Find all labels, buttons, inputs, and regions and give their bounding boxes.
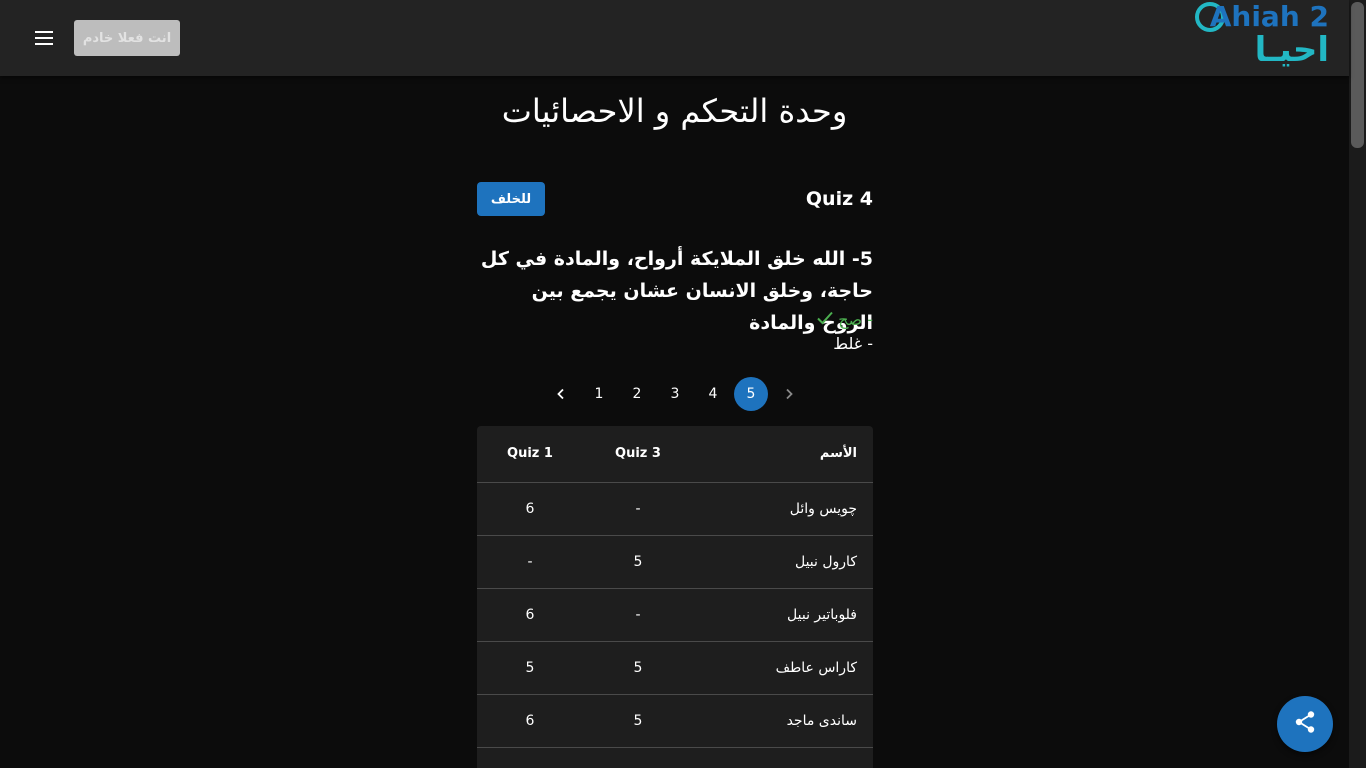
share-icon [1294,710,1316,738]
pagination-page-1[interactable]: 1 [582,377,616,411]
scrollbar-thumb[interactable] [1351,2,1364,148]
cell-name: چويس وائل [693,482,873,536]
logo-arabic-text: احيـا [1254,30,1329,70]
cell-quiz-3 [583,747,693,768]
cell-quiz-1: - [477,535,583,589]
pagination-page-3[interactable]: 3 [658,377,692,411]
answer-option-correct[interactable]: - صح [477,308,873,332]
check-icon [816,309,834,332]
cell-name [693,747,873,768]
chevron-left-icon [555,388,567,400]
cell-quiz-3: 5 [583,694,693,748]
status-button[interactable]: انت فعلا خادم [74,20,180,56]
cell-name: ساندى ماجد [693,694,873,748]
logo[interactable]: Ahiah 2 احيـا [1189,0,1329,72]
page-title: وحدة التحكم و الاحصائيات [501,92,848,130]
answer-label: - غلط [833,334,873,353]
table-row: چويس وائل - 6 [477,482,873,536]
answer-option-wrong[interactable]: - غلط [477,332,873,355]
cell-quiz-3: - [583,482,693,536]
pagination-page-4[interactable]: 4 [696,377,730,411]
pagination-page-5[interactable]: 5 [734,377,768,411]
cell-quiz-3: - [583,588,693,642]
cell-quiz-3: 5 [583,641,693,695]
header-quiz-3[interactable]: Quiz 3 [583,426,693,483]
quiz-header: Quiz 4 للخلف [477,180,873,220]
pagination-next[interactable] [544,377,578,411]
share-button[interactable] [1277,696,1333,752]
pagination-page-2[interactable]: 2 [620,377,654,411]
answer-list: - صح - غلط [477,308,873,355]
cell-name: كاراس عاطف [693,641,873,695]
table-header-row: الأسم Quiz 3 Quiz 1 [477,426,873,483]
table-row [477,747,873,768]
cell-quiz-3: 5 [583,535,693,589]
table-row: كاراس عاطف 5 5 [477,641,873,695]
cell-quiz-1: 6 [477,482,583,536]
pagination-prev[interactable] [772,377,806,411]
cell-quiz-1: 6 [477,694,583,748]
header-name[interactable]: الأسم [693,426,873,483]
logo-latin-text: Ahiah 2 [1209,0,1329,33]
table-row: ساندى ماجد 5 6 [477,694,873,748]
top-app-bar: انت فعلا خادم Ahiah 2 احيـا [0,0,1349,76]
scores-table: الأسم Quiz 3 Quiz 1 چويس وائل - 6 كارول … [477,426,873,768]
cell-quiz-1: 6 [477,588,583,642]
quiz-panel: Quiz 4 للخلف 5- الله خلق الملايكة أرواح،… [477,180,873,768]
cell-quiz-1: 5 [477,641,583,695]
answer-label: - صح [838,310,873,329]
page-scrollbar[interactable] [1349,0,1366,768]
chevron-right-icon [783,388,795,400]
scores-table-card: الأسم Quiz 3 Quiz 1 چويس وائل - 6 كارول … [477,426,873,768]
cell-name: كارول نبيل [693,535,873,589]
table-row: كارول نبيل 5 - [477,535,873,589]
page: انت فعلا خادم Ahiah 2 احيـا وحدة التحكم … [0,0,1366,768]
menu-icon[interactable] [29,24,59,52]
header-quiz-1[interactable]: Quiz 1 [477,426,583,483]
cell-quiz-1 [477,747,583,768]
cell-name: فلوباتير نبيل [693,588,873,642]
quiz-title: Quiz 4 [805,188,873,210]
question-pagination: 1 2 3 4 5 [477,377,873,411]
table-row: فلوباتير نبيل - 6 [477,588,873,642]
back-button[interactable]: للخلف [477,182,545,216]
